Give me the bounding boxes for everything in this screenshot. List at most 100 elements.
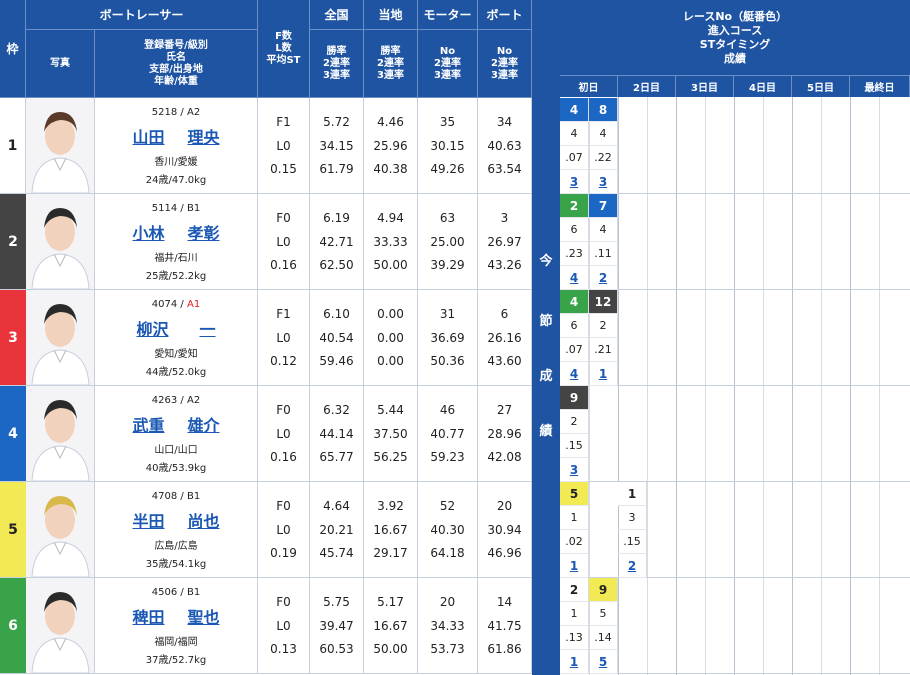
motor-value: 30.15: [430, 138, 465, 153]
zenkoku-cell: 6.19 42.71 62.50: [310, 194, 364, 289]
racer-surname[interactable]: 稗田: [132, 604, 164, 627]
day-tab[interactable]: 初日: [560, 75, 618, 97]
racer-given-name[interactable]: 孝彰: [187, 220, 219, 243]
finish-rank-link[interactable]: 4: [560, 266, 589, 290]
racer-given-name[interactable]: 尚也: [187, 508, 219, 531]
motor-sub-header-line: 3連率: [434, 69, 461, 81]
finish-rank-link[interactable]: 2: [618, 554, 647, 578]
fst-value: F0: [276, 499, 291, 514]
fst-value: L0: [276, 138, 291, 153]
racer-given-name[interactable]: 聖也: [187, 604, 219, 627]
racer-row: 4 4263 / A2 武重 雄介 山口/山口 40歳/53.9kg F0 L0 0.16 6.3…: [0, 386, 532, 482]
entry-course: 4: [589, 122, 618, 146]
racer-surname[interactable]: 山田: [132, 124, 164, 147]
fst-value: 0.12: [270, 353, 297, 368]
racer-surname[interactable]: 半田: [132, 508, 164, 531]
racer-surname[interactable]: 柳沢: [136, 316, 168, 339]
zenkoku-value: 5.75: [323, 595, 350, 610]
fst-cell: F0 L0 0.19: [258, 482, 310, 577]
race-number: 2: [560, 194, 589, 218]
registration-class: 5114 / B1: [95, 203, 257, 214]
zenkoku-value: 4.64: [323, 499, 350, 514]
touchi-sub-header: 勝率 2連率 3連率: [364, 30, 418, 98]
zenkoku-value: 20.21: [319, 522, 354, 537]
touchi-cell: 5.44 37.50 56.25: [364, 386, 418, 481]
st-timing: .15: [618, 530, 647, 554]
racer-info: 5114 / B1 小林 孝彰福井/石川 25歳/52.2kg: [95, 194, 258, 289]
registration-number: 5114 / B1: [151, 203, 201, 214]
entry-course: 2: [560, 410, 589, 434]
day-tab[interactable]: 4日目: [734, 75, 792, 97]
fst-header-line: 平均ST: [266, 54, 301, 66]
boat-sub-header-line: No: [496, 45, 513, 57]
racer-name-link[interactable]: 稗田 聖也: [95, 604, 257, 627]
racer-photo: [26, 386, 95, 481]
day-tab[interactable]: 3日目: [676, 75, 734, 97]
st-timing: .07: [560, 146, 589, 170]
touchi-header: 当地: [364, 0, 418, 30]
touchi-cell: 3.92 16.67 29.17: [364, 482, 418, 577]
day-tab[interactable]: 最終日: [850, 75, 910, 97]
touchi-sub-header-line: 2連率: [377, 57, 404, 69]
motor-cell: 63 25.00 39.29: [418, 194, 478, 289]
waku-number: 3: [0, 290, 26, 385]
st-timing: .23: [560, 242, 589, 266]
racer-given-name[interactable]: 雄介: [187, 412, 219, 435]
fst-header-line: F数: [275, 30, 292, 42]
racer-info: 5218 / A2 山田 理央 香川/愛媛 24歳/47.0kg: [95, 98, 258, 193]
racer-class: A1: [186, 299, 201, 310]
zenkoku-cell: 5.72 34.15 61.79: [310, 98, 364, 193]
finish-rank-link[interactable]: 1: [589, 362, 618, 386]
day-tab[interactable]: 5日目: [792, 75, 850, 97]
motor-cell: 31 36.69 50.36: [418, 290, 478, 385]
results-row: 5 1.02 1 1 3.15 2: [560, 482, 910, 578]
racer-name-link[interactable]: 柳沢 一: [95, 316, 257, 339]
racer-given-name[interactable]: 理央: [187, 124, 219, 147]
zenkoku-value: 59.46: [319, 353, 354, 368]
touchi-cell: 5.17 16.67 50.00: [364, 578, 418, 673]
racer-surname[interactable]: 武重: [132, 412, 164, 435]
racer-info: 4263 / A2 武重 雄介 山口/山口 40歳/53.9kg: [95, 386, 258, 481]
st-timing: .07: [560, 338, 589, 362]
finish-rank-link[interactable]: 3: [560, 458, 589, 482]
racer-photo: [26, 98, 95, 193]
st-timing: .15: [560, 434, 589, 458]
fst-value: L0: [276, 426, 291, 441]
results-header-line: STタイミング: [699, 37, 771, 51]
racer-name-link[interactable]: 小林 孝彰: [95, 220, 257, 243]
racer-name-link[interactable]: 山田 理央: [95, 124, 257, 147]
racer-row: 6 4506 / B1 稗田 聖也 福岡/福岡 37歳/52.7kg F0 L0 0.13 5.7…: [0, 578, 532, 674]
racer-name-link[interactable]: 武重 雄介: [95, 412, 257, 435]
entry-course: 5: [589, 602, 618, 626]
zenkoku-value: 45.74: [319, 545, 354, 560]
registration-class: 4074 / A1: [95, 299, 257, 310]
finish-rank-link[interactable]: 3: [589, 170, 618, 194]
finish-rank-link[interactable]: 4: [560, 362, 589, 386]
finish-rank-link[interactable]: 5: [589, 650, 618, 674]
race-number: 2: [560, 578, 589, 602]
age-weight: 25歳/52.2kg: [145, 271, 207, 282]
finish-rank-link[interactable]: 1: [560, 554, 589, 578]
racer-name-link[interactable]: 半田 尚也: [95, 508, 257, 531]
registration-class: 5218 / A2: [95, 107, 257, 118]
boat-value: 41.75: [487, 618, 522, 633]
waku-number: 4: [0, 386, 26, 481]
zenkoku-cell: 4.64 20.21 45.74: [310, 482, 364, 577]
motor-value: 46: [439, 403, 456, 418]
waku-number: 1: [0, 98, 26, 193]
racer-surname[interactable]: 小林: [132, 220, 164, 243]
results-row: 4 6.07 4 12 2.21 1: [560, 290, 910, 386]
motor-value: 59.23: [430, 449, 465, 464]
racer-given-name[interactable]: 一: [199, 316, 215, 339]
zenkoku-value: 61.79: [319, 161, 354, 176]
finish-rank-link[interactable]: 2: [589, 266, 618, 290]
zenkoku-sub-header-line: 3連率: [323, 69, 350, 81]
age-weight: 44歳/52.0kg: [145, 367, 207, 378]
motor-cell: 20 34.33 53.73: [418, 578, 478, 673]
boat-value: 46.96: [487, 545, 522, 560]
branch-birthplace: 福井/石川: [154, 253, 198, 264]
finish-rank-link[interactable]: 3: [560, 170, 589, 194]
finish-rank-link[interactable]: 1: [560, 650, 589, 674]
day-tab[interactable]: 2日目: [618, 75, 676, 97]
boat-sub-header: No 2連率 3連率: [478, 30, 532, 98]
